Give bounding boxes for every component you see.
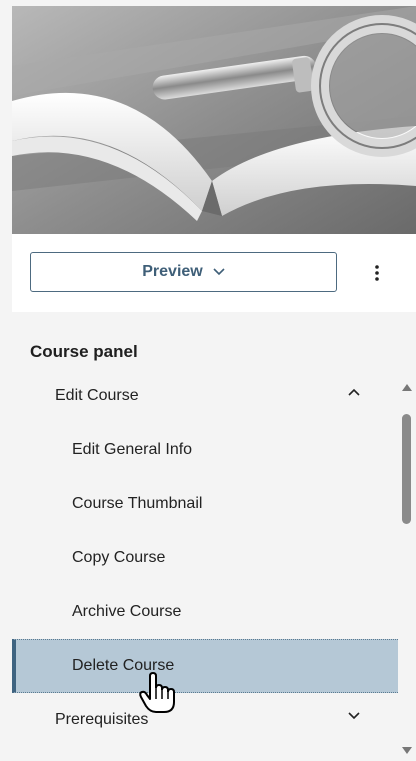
menu-item-label: Archive Course — [72, 603, 182, 620]
panel-scrollbar[interactable] — [398, 376, 416, 755]
menu-item-label: Edit Course — [55, 387, 139, 404]
menu-item-label: Copy Course — [72, 549, 166, 566]
menu-item-delete-course[interactable]: Delete Course — [12, 639, 398, 693]
menu-item-archive-course[interactable]: Archive Course — [12, 585, 398, 639]
menu-item-edit-course[interactable]: Edit Course — [12, 369, 398, 423]
menu-item-label: Delete Course — [72, 657, 175, 674]
preview-button[interactable]: Preview — [30, 252, 337, 292]
more-options-icon[interactable] — [367, 262, 387, 284]
chevron-down-icon — [213, 268, 225, 276]
preview-button-label: Preview — [142, 263, 203, 280]
menu-item-prerequisites[interactable]: Prerequisites — [12, 693, 398, 747]
chevron-up-icon — [348, 388, 360, 396]
scrollbar-thumb[interactable] — [402, 414, 411, 524]
scroll-down-arrow-icon[interactable] — [401, 743, 413, 754]
chevron-down-icon — [348, 712, 360, 720]
course-card: Preview — [12, 6, 416, 312]
menu-item-course-thumbnail[interactable]: Course Thumbnail — [12, 477, 398, 531]
course-panel-menu: Edit Course Edit General Info Course Thu… — [12, 369, 398, 747]
scroll-up-arrow-icon[interactable] — [401, 379, 413, 391]
menu-item-edit-general-info[interactable]: Edit General Info — [12, 423, 398, 477]
menu-item-label: Prerequisites — [55, 711, 149, 728]
menu-item-copy-course[interactable]: Copy Course — [12, 531, 398, 585]
course-panel-title: Course panel — [30, 342, 138, 361]
course-thumbnail-image — [12, 6, 416, 234]
menu-item-label: Course Thumbnail — [72, 495, 203, 512]
menu-item-label: Edit General Info — [72, 441, 193, 458]
